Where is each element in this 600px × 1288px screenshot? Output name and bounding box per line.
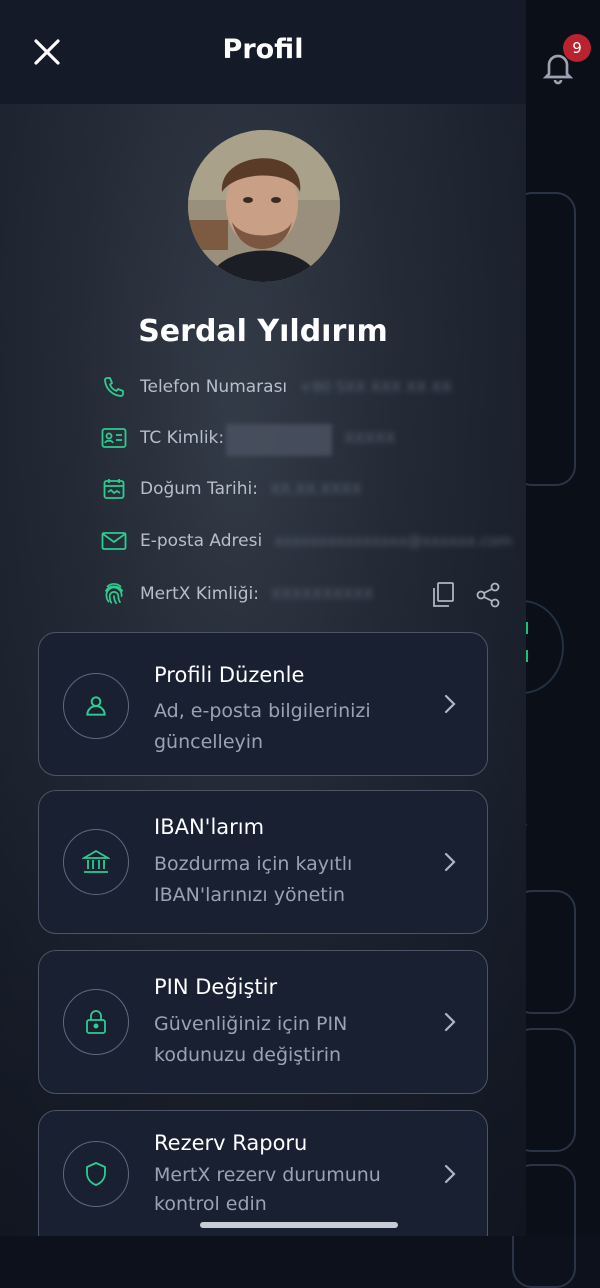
id-card-icon [100, 424, 128, 452]
notification-badge: 9 [563, 34, 591, 62]
tc-value-redacted: XXXXX [344, 429, 396, 447]
menu-card-reserve-report[interactable]: Rezerv Raporu MertX rezerv durumunu kont… [38, 1110, 488, 1236]
phone-value-redacted: +90 5XX XXX XX XX [299, 378, 452, 396]
tc-label: TC Kimlik: [140, 428, 225, 448]
bank-icon [63, 829, 129, 895]
card-title: IBAN'larım [154, 815, 265, 839]
fingerprint-icon [100, 580, 128, 608]
mail-icon [100, 527, 128, 555]
info-row-mertx-id: MertX Kimliği: XXXXXXXXXX [100, 579, 374, 609]
menu-card-change-pin[interactable]: PIN Değiştir Güvenliğiniz için PIN kodun… [38, 950, 488, 1094]
birthdate-value-redacted: XX.XX.XXXX [269, 480, 362, 498]
card-subtitle: Ad, e-posta bilgilerinizi güncelleyin [154, 700, 371, 753]
chevron-right-icon [439, 693, 461, 715]
home-indicator[interactable] [200, 1222, 398, 1228]
card-title: Rezerv Raporu [154, 1131, 308, 1155]
mertx-id-value-redacted: XXXXXXXXXX [270, 585, 374, 603]
chevron-right-icon [439, 1163, 461, 1185]
info-row-birthdate: Doğum Tarihi: XX.XX.XXXX [100, 474, 362, 504]
card-title: Profili Düzenle [154, 663, 305, 687]
profile-name: Serdal Yıldırım [138, 314, 388, 349]
phone-label: Telefon Numarası [140, 377, 288, 397]
menu-card-edit-profile[interactable]: Profili Düzenle Ad, e-posta bilgileriniz… [38, 632, 488, 776]
redaction-box [226, 424, 332, 456]
email-value-redacted: xxxxxxxxxxxxxxx@xxxxxx.com [274, 532, 513, 550]
info-row-email: E-posta Adresi xxxxxxxxxxxxxxx@xxxxxx.co… [100, 526, 512, 556]
card-subtitle: MertX rezerv durumunu kontrol edin [154, 1164, 381, 1215]
user-icon [63, 673, 129, 739]
page-title: Profil [222, 34, 304, 65]
card-title: PIN Değiştir [154, 975, 278, 999]
card-subtitle: Güvenliğiniz için PIN kodunuzu değiştiri… [154, 1013, 348, 1066]
copy-icon[interactable] [430, 581, 458, 609]
info-row-phone: Telefon Numarası +90 5XX XXX XX XX [100, 372, 452, 402]
phone-icon [100, 373, 128, 401]
drawer-header: Profil [0, 0, 526, 104]
profile-drawer: Profil Serdal Yıldırım Telefon Numarası … [0, 0, 526, 1236]
birthdate-label: Doğum Tarihi: [140, 479, 258, 499]
avatar [188, 130, 340, 282]
chevron-right-icon [439, 1011, 461, 1033]
chevron-right-icon [439, 851, 461, 873]
shield-icon [63, 1141, 129, 1207]
share-icon[interactable] [474, 581, 502, 609]
menu-card-ibans[interactable]: IBAN'larım Bozdurma için kayıtlı IBAN'la… [38, 790, 488, 934]
lock-icon [63, 989, 129, 1055]
email-label: E-posta Adresi [140, 531, 263, 551]
mertx-id-label: MertX Kimliği: [140, 584, 259, 604]
calendar-icon [100, 475, 128, 503]
card-subtitle: Bozdurma için kayıtlı IBAN'larınızı yöne… [154, 853, 353, 906]
